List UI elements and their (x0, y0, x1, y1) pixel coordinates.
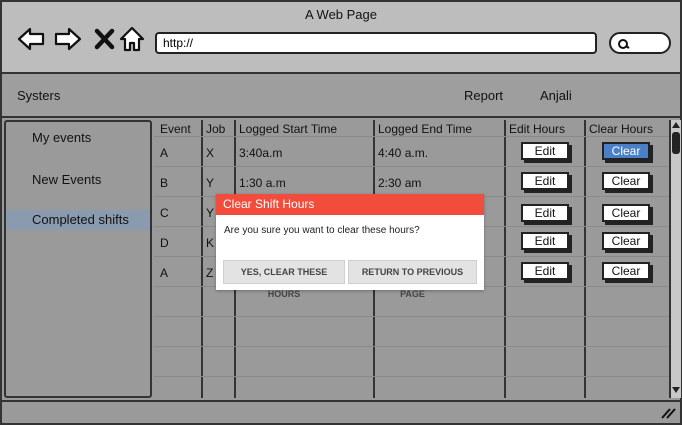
column-divider (201, 120, 203, 398)
confirm-clear-button[interactable]: YES, CLEAR THESE HOURS (223, 260, 345, 299)
column-header-edit: Edit Hours (509, 122, 566, 136)
table-cell-job: K (206, 236, 215, 250)
url-input[interactable] (155, 32, 597, 54)
edit-hours-button[interactable]: Edit (521, 142, 569, 160)
table-cell-job: X (206, 146, 215, 160)
edit-hours-button[interactable]: Edit (521, 172, 569, 190)
column-header-end: Logged End Time (378, 122, 473, 136)
table-cell-job: Z (206, 266, 214, 280)
table-cell-event: D (160, 236, 169, 250)
dialog-message: Are you sure you want to clear these hou… (224, 225, 420, 236)
table-cell-start: 3:40a.m (239, 146, 283, 160)
scroll-up-icon[interactable] (672, 121, 680, 129)
column-header-job: Job (206, 122, 226, 136)
nav-report-link[interactable]: Report (464, 88, 503, 103)
table-cell-job: Y (206, 206, 215, 220)
browser-search-field[interactable] (609, 32, 671, 54)
sidebar-item-my-events[interactable]: My events (6, 128, 150, 148)
resize-grip-icon[interactable] (660, 407, 676, 419)
back-arrow-icon[interactable] (16, 24, 46, 54)
clear-hours-button[interactable]: Clear (602, 204, 650, 222)
row-separator (154, 166, 669, 167)
table-cell-event: B (160, 176, 169, 190)
clear-hours-dialog: Clear Shift Hours Are you sure you want … (216, 194, 484, 299)
forward-arrow-icon[interactable] (53, 24, 83, 54)
clear-hours-button[interactable]: Clear (602, 262, 650, 280)
browser-chrome: A Web Page (2, 2, 680, 74)
status-bar (2, 400, 680, 423)
table-cell-event: A (160, 266, 169, 280)
table-cell-event: A (160, 146, 169, 160)
column-header-clear: Clear Hours (589, 122, 654, 136)
scrollbar-thumb[interactable] (672, 132, 680, 154)
column-divider (504, 120, 506, 398)
dialog-title: Clear Shift Hours (216, 194, 484, 215)
return-button[interactable]: RETURN TO PREVIOUS PAGE (348, 260, 477, 299)
column-divider (584, 120, 586, 398)
sidebar-item-new-events[interactable]: New Events (6, 170, 150, 190)
table-cell-event: C (160, 206, 169, 220)
edit-hours-button[interactable]: Edit (521, 262, 569, 280)
edit-hours-button[interactable]: Edit (521, 204, 569, 222)
column-header-start: Logged Start Time (239, 122, 338, 136)
column-header-event: Event (160, 122, 191, 136)
table-cell-end: 2:30 am (378, 176, 422, 190)
clear-hours-button[interactable]: Clear (602, 232, 650, 250)
nav-user-link[interactable]: Anjali (540, 88, 572, 103)
home-icon[interactable] (117, 24, 147, 54)
clear-hours-button[interactable]: Clear (602, 142, 650, 160)
close-x-icon[interactable] (90, 24, 120, 54)
table-cell-start: 1:30 a.m (239, 176, 286, 190)
table-cell-job: Y (206, 176, 215, 190)
clear-hours-button[interactable]: Clear (602, 172, 650, 190)
vertical-scrollbar[interactable] (669, 120, 681, 398)
sidebar-item-completed-shifts[interactable]: Completed shifts (6, 210, 150, 230)
window-title: A Web Page (304, 7, 378, 22)
sidebar: My events New Events Completed shifts (4, 120, 152, 398)
app-header: Systers Report Anjali (2, 74, 680, 118)
browser-window: A Web Page Systers Report Anjali My even… (0, 0, 682, 425)
row-separator (154, 316, 669, 317)
row-separator (154, 136, 669, 137)
search-icon (618, 39, 630, 49)
table-cell-end: 4:40 a.m. (378, 146, 429, 160)
brand-label[interactable]: Systers (17, 88, 60, 103)
scroll-down-icon[interactable] (672, 386, 680, 394)
edit-hours-button[interactable]: Edit (521, 232, 569, 250)
row-separator (154, 376, 669, 377)
row-separator (154, 346, 669, 347)
